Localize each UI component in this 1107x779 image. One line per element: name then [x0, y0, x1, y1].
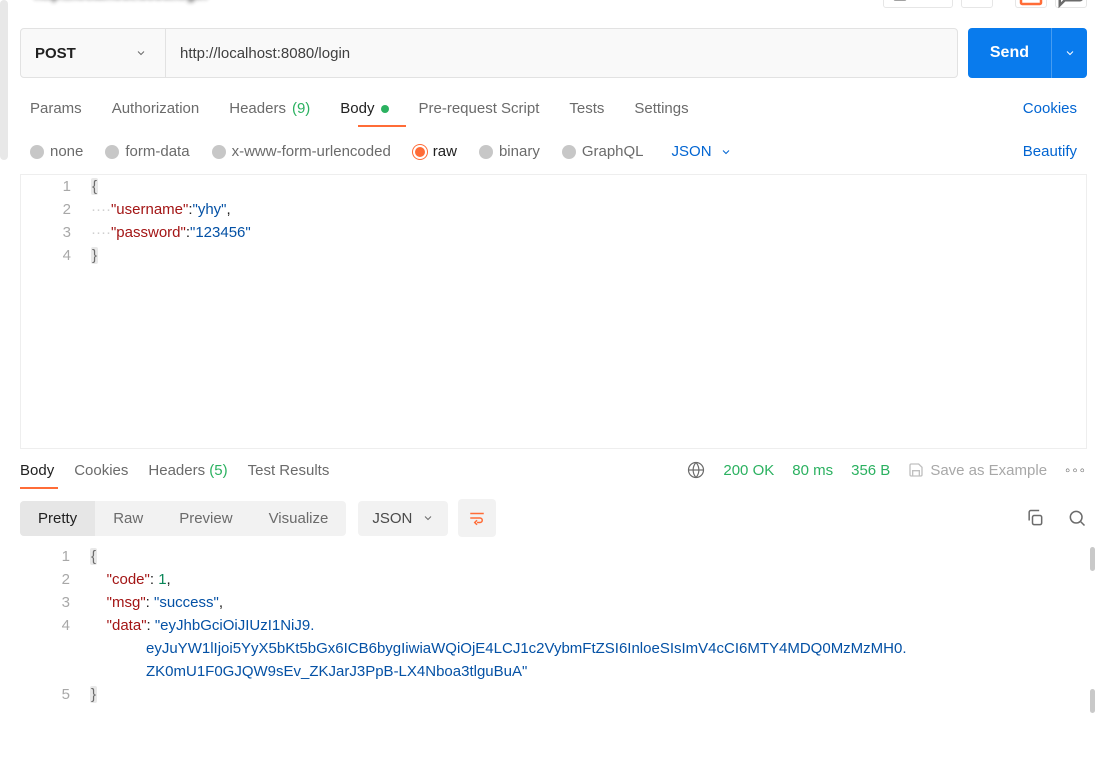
globe-icon[interactable]	[687, 461, 705, 479]
tab-prerequest[interactable]: Pre-request Script	[419, 100, 540, 127]
body-type-none[interactable]: none	[30, 143, 83, 160]
resp-tab-headers[interactable]: Headers (5)	[148, 462, 227, 479]
body-type-urlencoded[interactable]: x-www-form-urlencoded	[212, 143, 391, 160]
response-size: 356 B	[851, 462, 890, 479]
url-input[interactable]: http://localhost:8080/login	[166, 29, 957, 77]
response-body-viewer[interactable]: 1{ 2 "code": 1, 3 "msg": "success", 4 "d…	[20, 545, 1095, 715]
view-visualize[interactable]: Visualize	[251, 501, 347, 536]
comments-button[interactable]	[1055, 0, 1087, 8]
response-format-select[interactable]: JSON	[358, 501, 448, 536]
body-type-binary[interactable]: binary	[479, 143, 540, 160]
tab-body[interactable]: Body	[340, 100, 388, 127]
status-code: 200 OK	[723, 462, 774, 479]
view-raw[interactable]: Raw	[95, 501, 161, 536]
tab-params[interactable]: Params	[30, 100, 82, 127]
tab-headers-label: Headers	[229, 100, 286, 117]
chevron-down-icon	[135, 47, 147, 59]
request-tabs: Params Authorization Headers (9) Body Pr…	[0, 78, 1107, 127]
tab-settings[interactable]: Settings	[634, 100, 688, 127]
share-button[interactable]	[1015, 0, 1047, 8]
resp-tab-cookies[interactable]: Cookies	[74, 462, 128, 479]
tab-tests[interactable]: Tests	[569, 100, 604, 127]
request-tab-title: http://localhost:8080/login	[34, 0, 207, 2]
response-meta: 200 OK 80 ms 356 B Save as Example ◦◦◦	[687, 461, 1087, 479]
send-dropdown-button[interactable]	[1051, 28, 1087, 78]
resp-tab-test-results[interactable]: Test Results	[248, 462, 330, 479]
response-toolbar: Pretty Raw Preview Visualize JSON	[0, 489, 1107, 545]
request-header-row: http://localhost:8080/login Save	[0, 0, 1107, 4]
tab-authorization[interactable]: Authorization	[112, 100, 200, 127]
copy-icon[interactable]	[1025, 508, 1045, 528]
wrap-icon	[468, 509, 486, 527]
request-bar: POST http://localhost:8080/login Send	[0, 28, 1107, 78]
chevron-down-icon	[422, 512, 434, 524]
save-dropdown-button[interactable]	[961, 0, 993, 8]
view-preview[interactable]: Preview	[161, 501, 250, 536]
response-view-segment: Pretty Raw Preview Visualize	[20, 501, 346, 536]
cookies-link[interactable]: Cookies	[1023, 100, 1077, 127]
search-icon[interactable]	[1067, 508, 1087, 528]
method-url-group: POST http://localhost:8080/login	[20, 28, 958, 78]
response-tools-right	[1025, 508, 1087, 528]
http-method-select[interactable]: POST	[21, 29, 166, 77]
beautify-link[interactable]: Beautify	[1023, 143, 1077, 160]
save-as-example-button[interactable]: Save as Example	[908, 462, 1047, 479]
body-type-raw[interactable]: raw	[413, 143, 457, 160]
scrollbar-thumb[interactable]	[1090, 547, 1095, 571]
wrap-lines-button[interactable]	[458, 499, 496, 537]
send-group: Send	[968, 28, 1087, 78]
chevron-down-icon	[720, 146, 732, 158]
tab-headers[interactable]: Headers (9)	[229, 100, 310, 127]
tab-headers-count: (9)	[292, 100, 310, 117]
scrollbar-thumb[interactable]	[1090, 689, 1095, 713]
body-type-row: none form-data x-www-form-urlencoded raw…	[0, 127, 1107, 170]
chevron-down-icon	[1064, 47, 1076, 59]
send-button[interactable]: Send	[968, 28, 1051, 78]
tab-body-label: Body	[340, 100, 374, 117]
body-type-form-data[interactable]: form-data	[105, 143, 189, 160]
more-icon[interactable]: ◦◦◦	[1065, 462, 1087, 479]
body-type-graphql[interactable]: GraphQL	[562, 143, 644, 160]
http-method-value: POST	[35, 45, 76, 62]
save-label: Save	[914, 0, 944, 2]
save-icon	[908, 462, 924, 478]
save-button[interactable]: Save	[883, 0, 953, 8]
active-tab-underline	[358, 125, 406, 127]
response-tabs: Body Cookies Headers (5) Test Results 20…	[0, 449, 1107, 485]
response-time: 80 ms	[792, 462, 833, 479]
resp-tab-body[interactable]: Body	[20, 462, 54, 479]
modified-dot-icon	[381, 105, 389, 113]
request-toolbar: Save	[883, 0, 1087, 8]
view-pretty[interactable]: Pretty	[20, 501, 95, 536]
save-icon	[892, 0, 908, 2]
request-body-editor[interactable]: 1{ 2····"username":"yhy", 3····"password…	[20, 174, 1087, 449]
raw-format-select[interactable]: JSON	[672, 143, 732, 160]
